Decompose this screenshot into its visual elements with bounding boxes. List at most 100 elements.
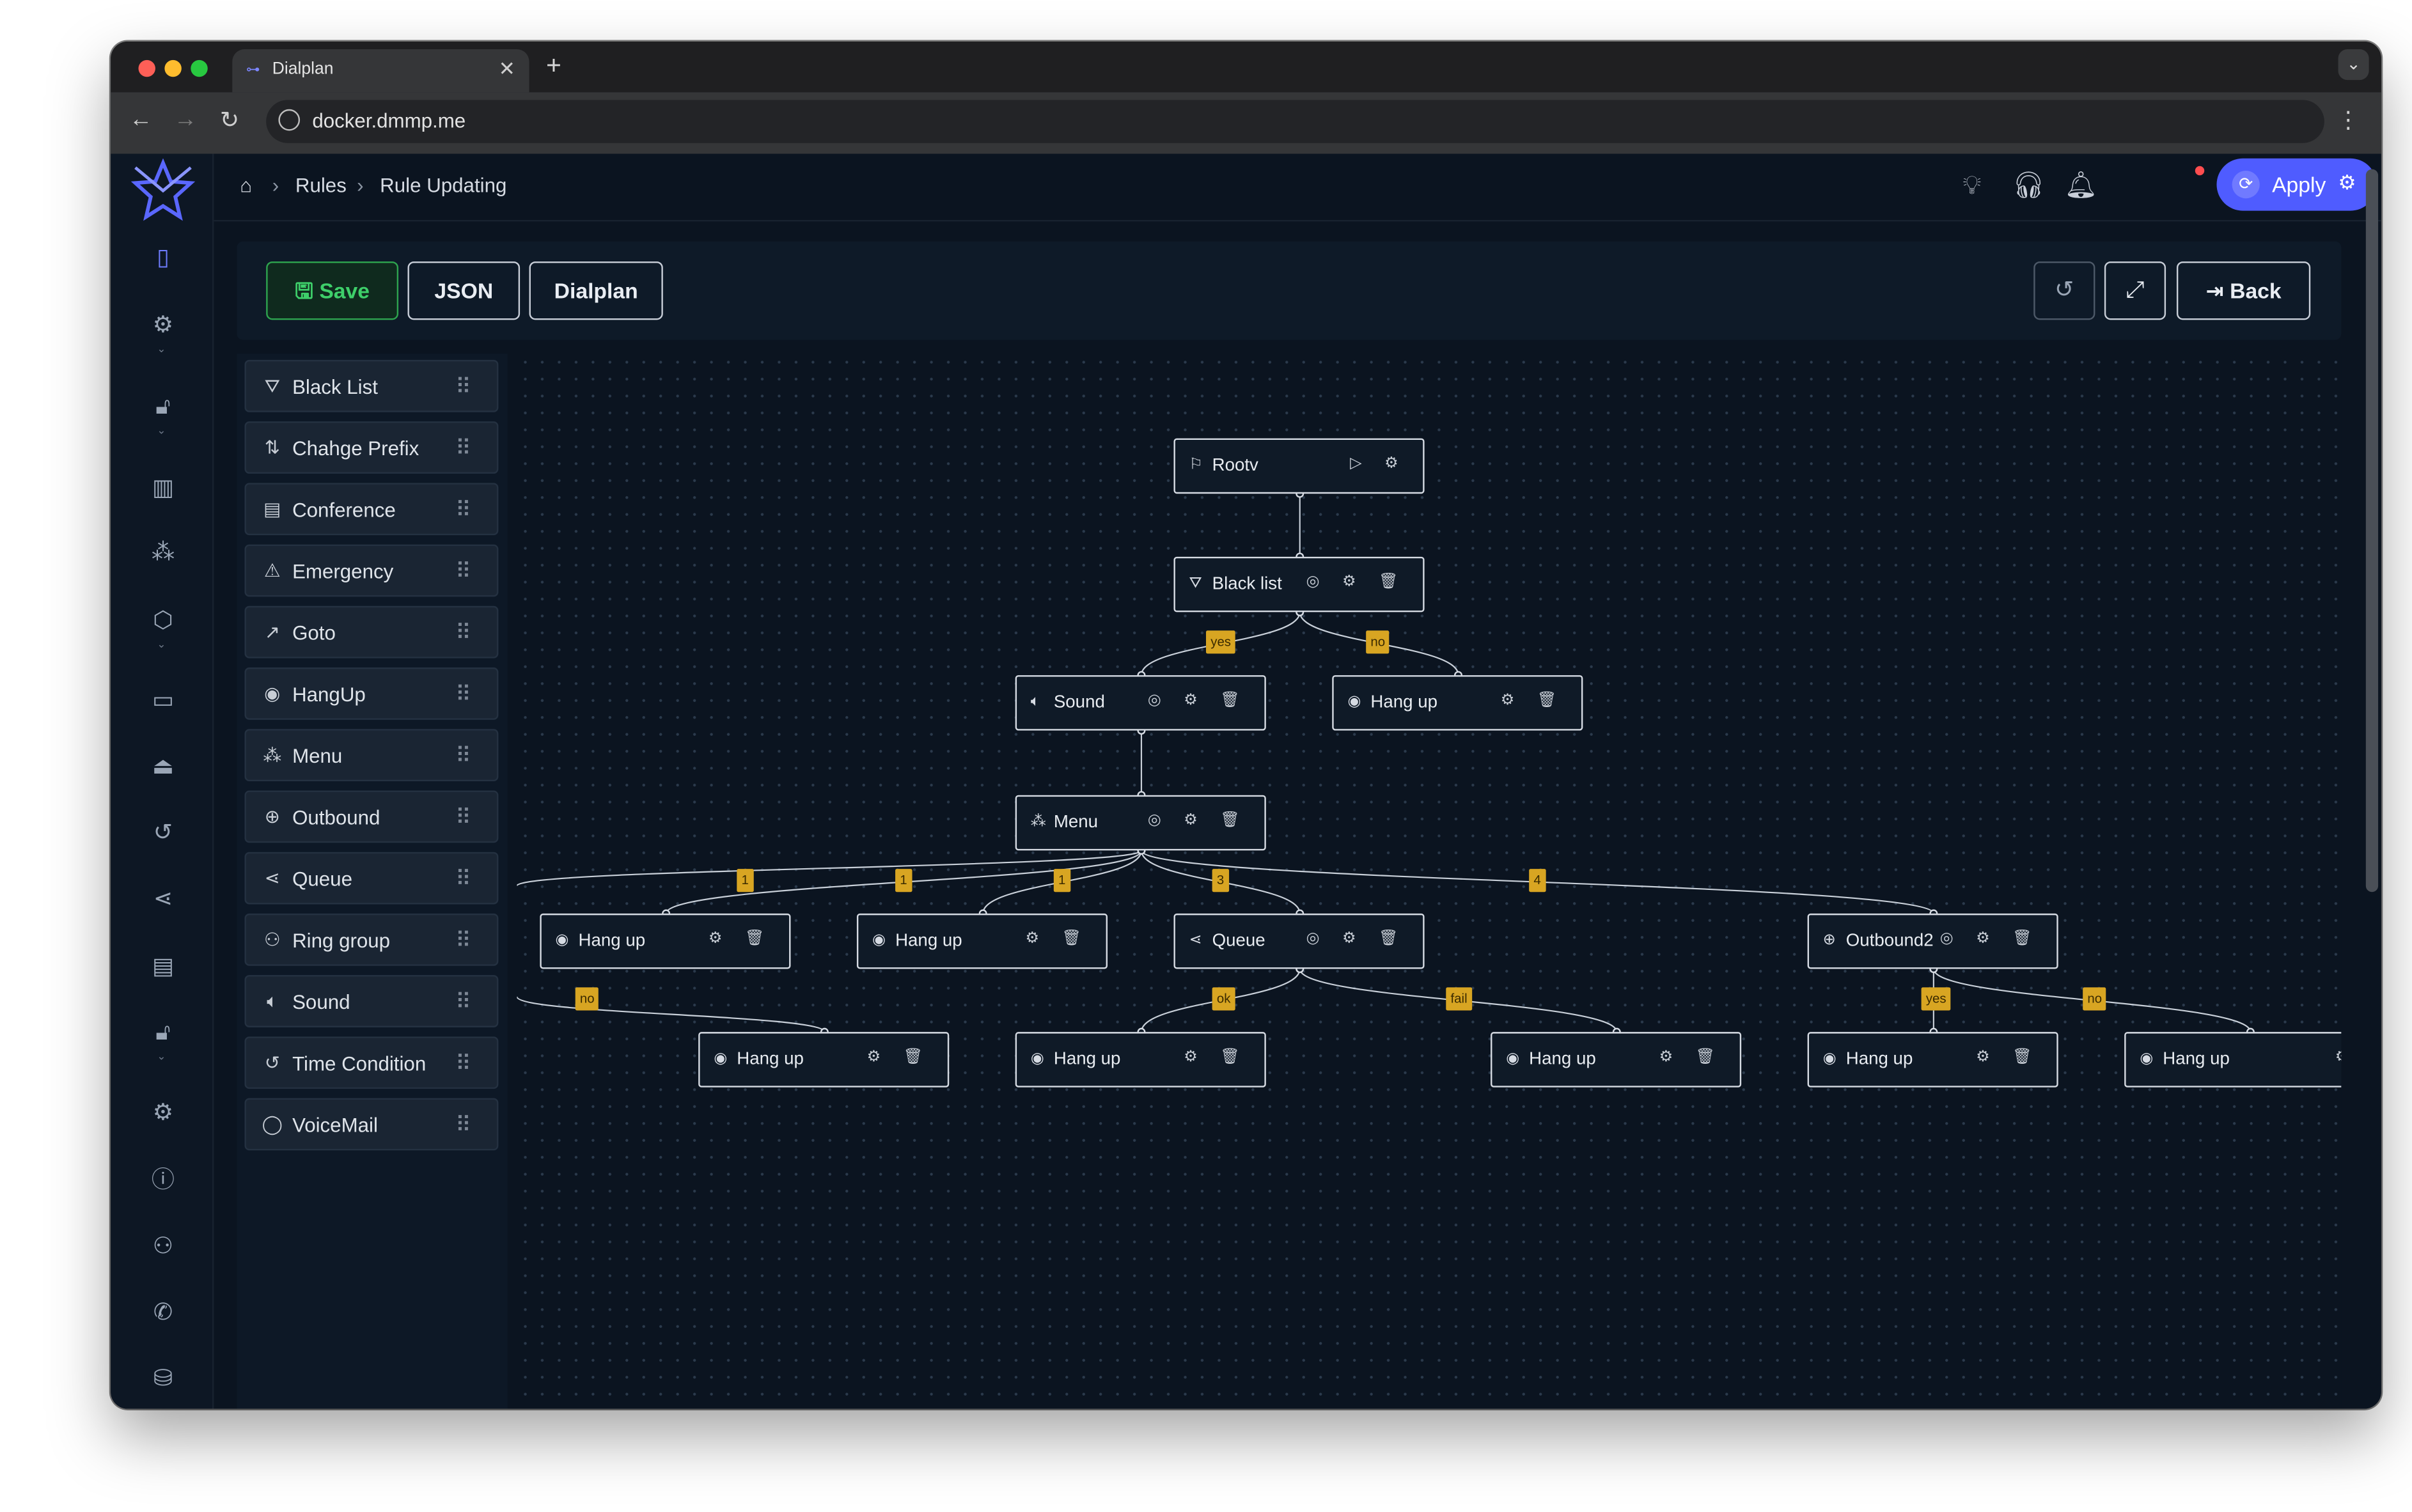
palette-item[interactable]: ⛛ Black List ⠿ xyxy=(244,359,499,412)
drag-handle-icon[interactable]: ⠿ xyxy=(455,743,473,769)
browser-menu-icon[interactable]: ⋮ xyxy=(2337,106,2360,134)
stack-icon[interactable]: ⏏ xyxy=(146,751,180,784)
drag-handle-icon[interactable]: ⠿ xyxy=(455,682,473,708)
share-icon[interactable]: ⋖ xyxy=(146,883,180,917)
palette-item[interactable]: ↗ Goto ⠿ xyxy=(244,605,499,659)
flow-node-hangup5[interactable]: ◉ Hang up ⚙ 🗑 xyxy=(1015,1032,1266,1087)
dialplan-button[interactable]: Dialplan xyxy=(529,261,663,320)
phone-icon[interactable]: ✆ xyxy=(146,1297,180,1330)
history-icon[interactable]: ↺ xyxy=(146,816,180,850)
palette-item[interactable]: ⚠ Emergency ⠿ xyxy=(244,544,499,597)
palette-item[interactable]: ⇅ Chahge Prefix ⠿ xyxy=(244,421,499,474)
undo-button[interactable]: ↺ xyxy=(2033,261,2095,320)
node-actions[interactable]: ◎ ⚙ 🗑 xyxy=(1148,812,1249,829)
back-button[interactable]: ⇥ Back xyxy=(2176,261,2311,320)
flow-node-sound[interactable]: 🔈︎ Sound ◎ ⚙ 🗑 xyxy=(1015,675,1266,731)
palette-item[interactable]: ◉ HangUp ⠿ xyxy=(244,667,499,720)
unlock-menu-icon[interactable]: 🔓︎ ⌄ xyxy=(146,1017,180,1063)
forward-nav-icon[interactable]: → xyxy=(174,106,197,132)
palette-item[interactable]: ↺ Time Condition ⠿ xyxy=(244,1036,499,1089)
palette-item[interactable]: 🔈︎ Sound ⠿ xyxy=(244,975,499,1027)
card-icon[interactable]: ▭ xyxy=(146,684,180,718)
close-tab-icon[interactable]: ✕ xyxy=(499,57,515,81)
home-icon[interactable]: ⌂ xyxy=(240,174,252,197)
database-icon[interactable]: ⛁ xyxy=(146,1362,180,1396)
info-icon[interactable]: ⓘ xyxy=(146,1164,180,1198)
flow-node-hangup8[interactable]: ◉ Hang up ⚙ xyxy=(2124,1032,2342,1087)
flow-node-hangup1[interactable]: ◉ Hang up ⚙ 🗑 xyxy=(1332,675,1583,731)
back-nav-icon[interactable]: ← xyxy=(129,106,152,132)
apply-button[interactable]: ⟳ Apply ⚙ xyxy=(2216,158,2377,211)
node-actions[interactable]: ⚙ 🗑 xyxy=(1976,1049,2041,1066)
new-tab-button[interactable]: + xyxy=(546,51,561,81)
tab-dialplan[interactable]: ⊶ Dialplan ✕ xyxy=(232,49,529,93)
bell-icon[interactable]: 🔔︎ xyxy=(2064,171,2097,201)
drag-handle-icon[interactable]: ⠿ xyxy=(455,435,473,462)
node-actions[interactable]: ⚙ 🗑 xyxy=(709,930,774,947)
flow-node-queue[interactable]: ⋖ Queue ◎ ⚙ 🗑 xyxy=(1173,913,1425,969)
node-actions[interactable]: ◎ ⚙ 🗑 xyxy=(1940,930,2042,947)
back-label: Back xyxy=(2230,278,2282,303)
node-actions[interactable]: ⚙ 🗑 xyxy=(1184,1049,1249,1066)
users-icon[interactable]: ⚇ xyxy=(146,1230,180,1264)
drag-handle-icon[interactable]: ⠿ xyxy=(455,1112,473,1138)
palette-item[interactable]: ⊕ Outbound ⠿ xyxy=(244,790,499,843)
minimize-window-button[interactable] xyxy=(164,59,182,77)
site-info-icon[interactable] xyxy=(278,109,301,131)
lightbulb-icon[interactable]: 💡︎ xyxy=(1963,171,1982,201)
url-field[interactable]: docker.dmmp.me xyxy=(266,100,2324,143)
drag-handle-icon[interactable]: ⠿ xyxy=(455,558,473,584)
node-actions[interactable]: ◎ ⚙ 🗑 xyxy=(1148,692,1249,709)
chart-icon[interactable]: ▥ xyxy=(146,472,180,506)
flow-node-outbound2[interactable]: ⊕ Outbound2 ◎ ⚙ 🗑 xyxy=(1807,913,2058,969)
breadcrumb-rules[interactable]: Rules xyxy=(295,174,347,197)
sidebar-toggle-icon[interactable]: ▯ xyxy=(146,242,180,276)
settings-menu-icon[interactable]: ⚙ ⌄ xyxy=(146,309,180,355)
drag-handle-icon[interactable]: ⠿ xyxy=(455,804,473,830)
flow-node-hangup7[interactable]: ◉ Hang up ⚙ 🗑 xyxy=(1807,1032,2058,1087)
close-window-button[interactable] xyxy=(138,59,155,77)
node-actions[interactable]: ⚙ 🗑 xyxy=(1659,1049,1725,1066)
gear-icon[interactable]: ⚙ xyxy=(146,1096,180,1130)
node-actions[interactable]: ⚙ 🗑 xyxy=(1501,692,1566,709)
json-button[interactable]: JSON xyxy=(407,261,521,320)
palette-item[interactable]: ⚇ Ring group ⠿ xyxy=(244,913,499,966)
lock-menu-icon[interactable]: 🔓︎ ⌄ xyxy=(146,391,180,437)
node-actions[interactable]: ▷ ⚙ xyxy=(1350,455,1407,472)
box-menu-icon[interactable]: ⬡ ⌄ xyxy=(146,604,180,650)
palette-item[interactable]: ⋖ Queue ⠿ xyxy=(244,852,499,905)
fullscreen-button[interactable]: ⤢ xyxy=(2104,261,2166,320)
drag-handle-icon[interactable]: ⠿ xyxy=(455,1050,473,1077)
flow-node-menu[interactable]: ⁂ Menu ◎ ⚙ 🗑 xyxy=(1015,795,1266,851)
zoom-window-button[interactable] xyxy=(191,59,208,77)
node-actions[interactable]: ⚙ 🗑 xyxy=(867,1049,932,1066)
reload-icon[interactable]: ↻ xyxy=(220,106,239,134)
tab-search-button[interactable]: ⌄ xyxy=(2338,49,2369,81)
node-actions[interactable]: ◎ ⚙ 🗑 xyxy=(1306,930,1407,947)
drag-handle-icon[interactable]: ⠿ xyxy=(455,866,473,892)
drag-handle-icon[interactable]: ⠿ xyxy=(455,620,473,646)
flow-node-hangup4[interactable]: ◉ Hang up ⚙ 🗑 xyxy=(698,1032,950,1087)
document-icon[interactable]: ▤ xyxy=(146,951,180,985)
node-actions[interactable]: ◎ ⚙ 🗑 xyxy=(1306,573,1407,590)
palette-item[interactable]: ◯ VoiceMail ⠿ xyxy=(244,1098,499,1151)
edge-label: fail xyxy=(1446,987,1472,1011)
page-scrollbar[interactable] xyxy=(2365,169,2379,892)
headset-icon[interactable]: 🎧︎ xyxy=(2012,171,2046,201)
drag-handle-icon[interactable]: ⠿ xyxy=(455,989,473,1015)
flow-node-hangup6[interactable]: ◉ Hang up ⚙ 🗑 xyxy=(1491,1032,1742,1087)
node-actions[interactable]: ⚙ xyxy=(2335,1049,2342,1066)
flow-node-hangup2[interactable]: ◉ Hang up ⚙ 🗑 xyxy=(540,913,791,969)
node-actions[interactable]: ⚙ 🗑 xyxy=(1025,930,1090,947)
palette-item[interactable]: ▤ Conference ⠿ xyxy=(244,483,499,536)
palette-item[interactable]: ⁂ Menu ⠿ xyxy=(244,729,499,782)
flow-node-hangup3[interactable]: ◉ Hang up ⚙ 🗑 xyxy=(856,913,1108,969)
flow-canvas[interactable]: ⚐ Rootv ▷ ⚙ ⛛ Black list ◎ ⚙ 🗑 🔈︎ Sound ◎ … xyxy=(517,354,2342,1409)
org-icon[interactable]: ⁂ xyxy=(146,537,180,571)
flow-node-root[interactable]: ⚐ Rootv ▷ ⚙ xyxy=(1173,438,1425,494)
save-button[interactable]: 🖫︎ Save xyxy=(266,261,399,320)
drag-handle-icon[interactable]: ⠿ xyxy=(455,374,473,400)
drag-handle-icon[interactable]: ⠿ xyxy=(455,497,473,523)
drag-handle-icon[interactable]: ⠿ xyxy=(455,928,473,954)
flow-node-blacklist[interactable]: ⛛ Black list ◎ ⚙ 🗑 xyxy=(1173,556,1425,612)
